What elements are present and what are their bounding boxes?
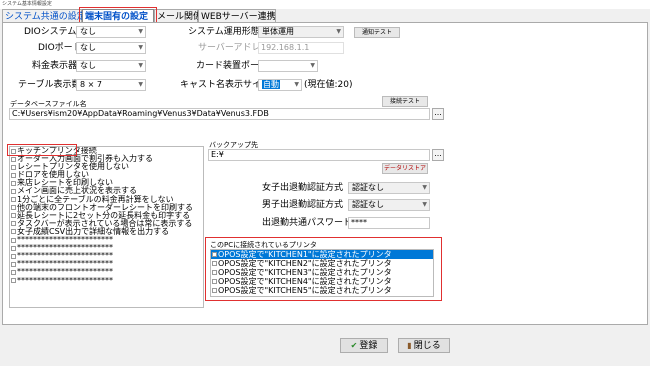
- checkbox[interactable]: [11, 229, 16, 235]
- db-file-browse-button[interactable]: ...: [432, 108, 444, 120]
- checkbox[interactable]: [11, 245, 16, 251]
- connection-test-button[interactable]: 接続テスト: [382, 96, 428, 107]
- male-auth-label: 男子出退勤認証方式: [262, 200, 344, 210]
- female-auth-label: 女子出退勤認証方式: [262, 183, 344, 193]
- common-password-input[interactable]: ****: [348, 217, 430, 229]
- checkbox[interactable]: [11, 156, 16, 162]
- table-count-label: テーブル表示数: [18, 80, 81, 90]
- checkbox[interactable]: [11, 205, 16, 211]
- common-password-label: 出退勤共通パスワード: [262, 218, 353, 228]
- db-file-input[interactable]: C:¥Users¥ism20¥AppData¥Roaming¥Venus3¥Da…: [9, 108, 430, 120]
- server-address-input[interactable]: 192.168.1.1: [258, 42, 344, 54]
- system-mode-select[interactable]: 単体運用 ▼: [258, 26, 344, 38]
- kitchen-printer-highlight-box: [7, 144, 77, 156]
- dio-system-label: DIOシステム: [24, 27, 77, 37]
- door-icon: ▮: [407, 341, 412, 350]
- options-checklist: キッチンプリンタ接続 オーダー入力画面で割引券も入力する レシートプリンタを使用しな…: [9, 146, 204, 308]
- option-label: ************************: [17, 275, 113, 285]
- chevron-down-icon: ▼: [138, 28, 143, 35]
- male-auth-select[interactable]: 認証なし ▼: [348, 199, 430, 211]
- chevron-down-icon: ▼: [422, 184, 427, 191]
- close-button[interactable]: ▮ 閉じる: [398, 338, 450, 353]
- cast-font-size-select[interactable]: 自動 ▼: [258, 79, 302, 91]
- checkbox[interactable]: [11, 189, 16, 195]
- cast-font-size-label: キャスト名表示サイズ: [180, 80, 270, 90]
- backup-browse-button[interactable]: ...: [432, 149, 444, 161]
- chevron-down-icon: ▼: [336, 28, 341, 35]
- chevron-down-icon: ▼: [138, 44, 143, 51]
- comm-test-button[interactable]: 通知テスト: [354, 27, 400, 38]
- fee-display-label: 料金表示器: [32, 61, 78, 71]
- chevron-down-icon: ▼: [138, 81, 143, 88]
- checkbox[interactable]: [11, 269, 16, 275]
- tab-mail[interactable]: メール関係: [154, 9, 202, 23]
- tab-common-settings[interactable]: システム共通の設定: [2, 9, 86, 23]
- checkbox[interactable]: [11, 164, 16, 170]
- data-restore-button[interactable]: データリストア: [382, 163, 428, 174]
- option-item[interactable]: ************************: [10, 275, 203, 285]
- dio-port-select[interactable]: なし ▼: [76, 42, 146, 54]
- checkmark-icon: ✔: [350, 341, 358, 350]
- dio-system-select[interactable]: なし ▼: [76, 26, 146, 38]
- checkbox[interactable]: [11, 278, 16, 284]
- checkbox[interactable]: [11, 237, 16, 243]
- printer-highlight-box: [205, 237, 442, 301]
- checkbox[interactable]: [11, 221, 16, 227]
- backup-dest-input[interactable]: E:¥: [208, 149, 430, 161]
- system-mode-label: システム運用形態: [188, 27, 260, 37]
- card-port-select[interactable]: ▼: [258, 60, 318, 72]
- checkbox[interactable]: [11, 261, 16, 267]
- chevron-down-icon: ▼: [138, 62, 143, 69]
- chevron-down-icon: ▼: [294, 81, 299, 88]
- cast-font-size-current: (現在値:20): [304, 80, 353, 90]
- checkbox[interactable]: [11, 172, 16, 178]
- female-auth-select[interactable]: 認証なし ▼: [348, 182, 430, 194]
- checkbox[interactable]: [11, 197, 16, 203]
- register-button[interactable]: ✔ 登録: [340, 338, 388, 353]
- checkbox[interactable]: [11, 213, 16, 219]
- checkbox[interactable]: [11, 180, 16, 186]
- chevron-down-icon: ▼: [422, 201, 427, 208]
- tab-web-server[interactable]: WEBサーバー連携: [198, 9, 276, 23]
- table-count-select[interactable]: 8 × 7 ▼: [76, 79, 146, 91]
- checkbox[interactable]: [11, 253, 16, 259]
- fee-display-select[interactable]: なし ▼: [76, 60, 146, 72]
- chevron-down-icon: ▼: [310, 62, 315, 69]
